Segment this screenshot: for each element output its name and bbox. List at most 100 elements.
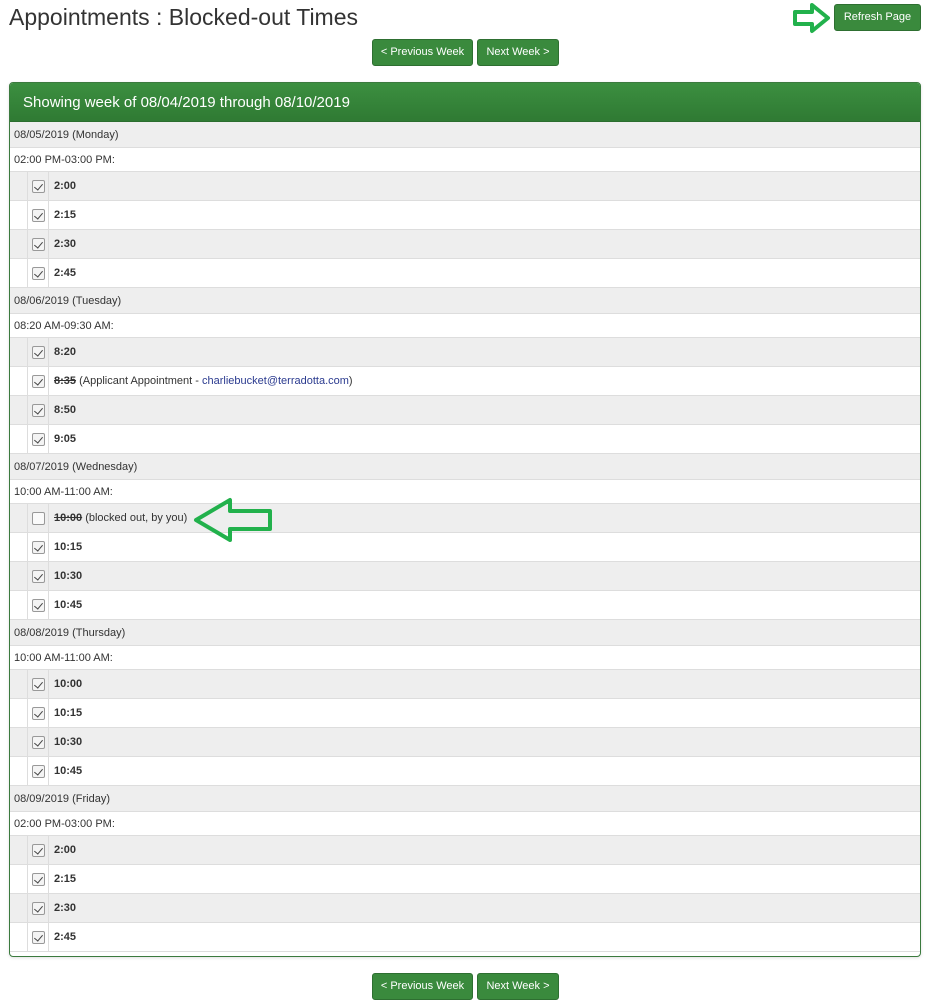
slot-checkbox-checked[interactable] [31, 432, 45, 446]
indent-spacer [10, 504, 27, 532]
slot-checkbox-checked[interactable] [31, 208, 45, 222]
time-range-label: 02:00 PM-03:00 PM: [10, 812, 920, 836]
slot-time: 10:30 [54, 570, 83, 582]
time-slot-row: 2:30 [10, 230, 920, 259]
time-slot-row: 8:20 [10, 338, 920, 367]
checkbox-cell [27, 201, 49, 229]
day-header: 08/07/2019 (Wednesday) [10, 454, 920, 480]
blocked-times-panel: Showing week of 08/04/2019 through 08/10… [9, 82, 921, 957]
slot-label: 10:45 [49, 599, 82, 611]
indent-spacer [10, 670, 27, 698]
indent-spacer [10, 201, 27, 229]
indent-spacer [10, 865, 27, 893]
slot-time: 8:20 [54, 346, 77, 358]
annotation-arrow-right-icon [793, 3, 830, 33]
slot-checkbox-checked[interactable] [31, 930, 45, 944]
slot-time: 2:00 [54, 180, 77, 192]
time-slot-row: 10:00 [10, 670, 920, 699]
slot-label: 10:00 (blocked out, by you) [49, 512, 187, 524]
page-title: Appointments : Blocked-out Times [9, 4, 358, 30]
slot-label: 2:45 [49, 931, 76, 943]
week-navigation-bottom: < Previous Week Next Week > [372, 973, 559, 1000]
slot-checkbox-checked[interactable] [31, 677, 45, 691]
slot-label: 2:00 [49, 180, 76, 192]
checkbox-cell [27, 728, 49, 756]
time-slot-row: 10:30 [10, 562, 920, 591]
time-slot-row: 8:50 [10, 396, 920, 425]
slot-checkbox-checked[interactable] [31, 345, 45, 359]
slot-label: 2:00 [49, 844, 76, 856]
previous-week-button[interactable]: < Previous Week [372, 39, 473, 66]
slot-note-suffix: ) [348, 375, 353, 387]
slot-checkbox-checked[interactable] [31, 237, 45, 251]
days-list: 08/05/2019 (Monday) 02:00 PM-03:00 PM: 2:0… [10, 122, 920, 952]
time-slot-row: 2:15 [10, 201, 920, 230]
slot-label: 10:30 [49, 736, 82, 748]
slot-checkbox-checked[interactable] [31, 598, 45, 612]
time-slot-row: 2:15 [10, 865, 920, 894]
refresh-page-button[interactable]: Refresh Page [834, 4, 921, 31]
slot-label: 2:45 [49, 267, 76, 279]
checkbox-cell [27, 230, 49, 258]
slot-checkbox-checked[interactable] [31, 843, 45, 857]
slot-checkbox-checked[interactable] [31, 374, 45, 388]
checkbox-cell [27, 923, 49, 951]
checkbox-cell [27, 396, 49, 424]
checkbox-cell [27, 670, 49, 698]
slot-label: 10:45 [49, 765, 82, 777]
slot-label: 10:00 [49, 678, 82, 690]
slot-checkbox-checked[interactable] [31, 569, 45, 583]
indent-spacer [10, 562, 27, 590]
slot-label: 8:35 (Applicant Appointment - charliebuc… [49, 375, 353, 387]
slot-checkbox-checked[interactable] [31, 901, 45, 915]
next-week-button[interactable]: Next Week > [477, 39, 559, 66]
time-slot-row: 9:05 [10, 425, 920, 454]
time-range-label: 08:20 AM-09:30 AM: [10, 314, 920, 338]
slot-label: 10:30 [49, 570, 82, 582]
slot-time: 10:15 [54, 707, 83, 719]
slot-checkbox-unchecked[interactable] [31, 511, 45, 525]
time-slot-row: 10:15 [10, 533, 920, 562]
panel-header: Showing week of 08/04/2019 through 08/10… [10, 83, 920, 122]
slot-time: 10:00 [54, 512, 83, 524]
slot-time: 10:30 [54, 736, 83, 748]
slot-time: 2:30 [54, 238, 77, 250]
slot-checkbox-checked[interactable] [31, 179, 45, 193]
slot-label: 8:50 [49, 404, 76, 416]
applicant-email-link[interactable]: charliebucket@terradotta.com [202, 375, 349, 387]
time-slot-row: 10:00 (blocked out, by you) [10, 504, 920, 533]
time-slot-row: 10:15 [10, 699, 920, 728]
time-slot-row: 10:45 [10, 591, 920, 620]
slot-checkbox-checked[interactable] [31, 540, 45, 554]
checkbox-cell [27, 367, 49, 395]
next-week-button-bottom[interactable]: Next Week > [477, 973, 559, 1000]
slot-checkbox-checked[interactable] [31, 706, 45, 720]
slot-checkbox-checked[interactable] [31, 872, 45, 886]
slot-time: 9:05 [54, 433, 77, 445]
checkbox-cell [27, 562, 49, 590]
previous-week-button-bottom[interactable]: < Previous Week [372, 973, 473, 1000]
time-slot-row: 2:00 [10, 172, 920, 201]
slot-checkbox-checked[interactable] [31, 764, 45, 778]
slot-time: 10:00 [54, 678, 83, 690]
checkbox-cell [27, 865, 49, 893]
slot-label: 8:20 [49, 346, 76, 358]
slot-label: 2:15 [49, 873, 76, 885]
annotation-arrow-left-icon [194, 498, 272, 542]
time-slot-row: 2:45 [10, 923, 920, 952]
slot-time: 2:15 [54, 209, 77, 221]
indent-spacer [10, 728, 27, 756]
slot-checkbox-checked[interactable] [31, 266, 45, 280]
slot-time: 8:50 [54, 404, 77, 416]
slot-time: 2:45 [54, 267, 77, 279]
time-slot-row: 2:00 [10, 836, 920, 865]
indent-spacer [10, 230, 27, 258]
slot-checkbox-checked[interactable] [31, 403, 45, 417]
time-range-label: 02:00 PM-03:00 PM: [10, 148, 920, 172]
day-header: 08/08/2019 (Thursday) [10, 620, 920, 646]
indent-spacer [10, 533, 27, 561]
checkbox-cell [27, 894, 49, 922]
slot-time: 2:30 [54, 902, 77, 914]
slot-checkbox-checked[interactable] [31, 735, 45, 749]
day-header: 08/06/2019 (Tuesday) [10, 288, 920, 314]
